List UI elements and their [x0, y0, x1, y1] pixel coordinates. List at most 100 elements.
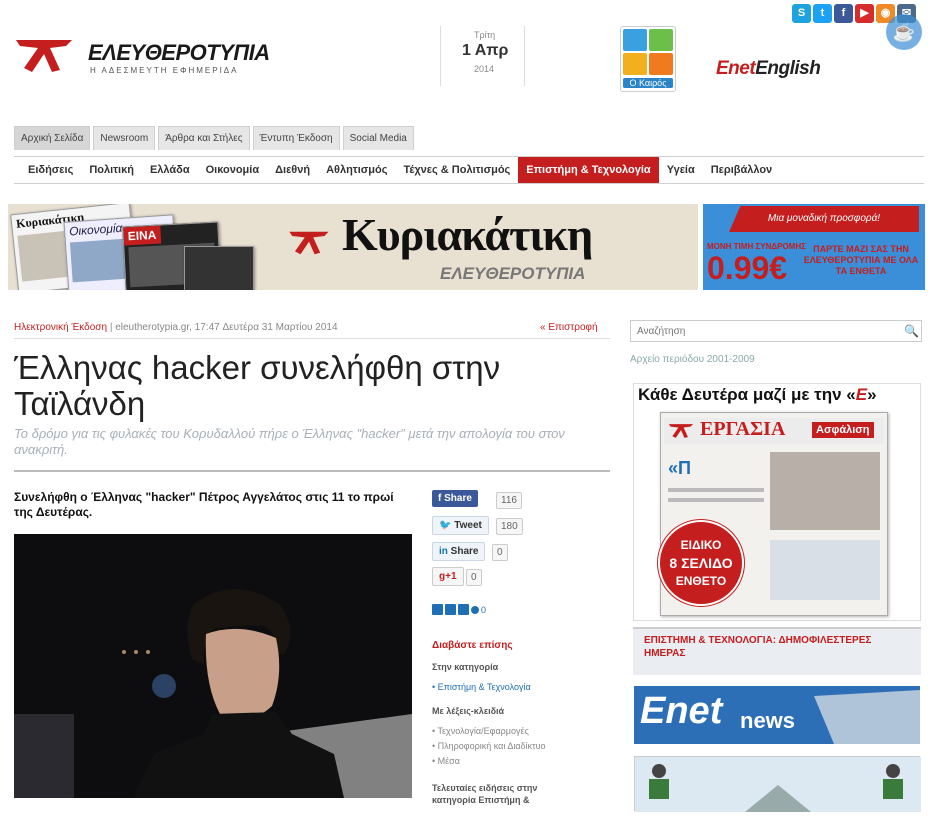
- enet-news-text: news: [740, 708, 796, 733]
- site-logo-text[interactable]: ΕΛΕΥΘΕΡΟΤΥΠΙΑ: [88, 40, 270, 66]
- logo-icon: [289, 231, 329, 255]
- site-tagline: Η ΑΔΕΣΜΕΥΤΗ ΕΦΗΜΕΡΙΔΑ: [90, 66, 239, 75]
- facebook-share-label: Share: [444, 493, 472, 504]
- promo-price: 0.99€: [707, 250, 788, 286]
- date-weekday: Τρίτη: [474, 30, 496, 40]
- tweet-count: 180: [496, 518, 523, 535]
- category-arts[interactable]: Τέχνες & Πολιτισμός: [395, 157, 518, 183]
- tweet-button[interactable]: 🐦 Tweet: [432, 516, 489, 535]
- promo-ribbon: Μια μοναδική προσφορά!: [729, 206, 919, 232]
- gplus-button[interactable]: g+1: [432, 567, 464, 586]
- gplus-count: 0: [466, 569, 482, 586]
- archive-link[interactable]: Αρχείο περιόδου 2001-2009: [630, 354, 755, 365]
- enet-english-suffix: English: [755, 58, 821, 79]
- article-summary: Συνελήφθη ο Έλληνας "hacker" Πέτρος Αγγε…: [14, 490, 394, 519]
- related-keyword-link[interactable]: • Τεχνολογία/Εφαρμογές: [432, 726, 529, 736]
- comment-icon[interactable]: [471, 605, 479, 614]
- date-day-month: 1 Απρ: [462, 42, 509, 59]
- divider: [524, 26, 525, 86]
- tab-articles[interactable]: Άρθρα και Στήλες: [158, 126, 250, 150]
- category-environment[interactable]: Περιβάλλον: [703, 157, 780, 183]
- share-icon[interactable]: [458, 604, 469, 615]
- logo-icon[interactable]: [14, 36, 74, 76]
- cup-icon[interactable]: ☕: [886, 14, 922, 50]
- tab-home[interactable]: Αρχική Σελίδα: [14, 126, 91, 150]
- article-meta: | eleutherotypia.gr, 17:47 Δευτέρα 31 Μα…: [109, 322, 338, 333]
- tab-print-edition[interactable]: Έντυπη Έκδοση: [252, 126, 340, 150]
- divider: [14, 470, 610, 472]
- article-lede: Το δρόμο για τις φυλακές του Κορυδαλλού …: [14, 426, 565, 457]
- search-icon[interactable]: 🔍: [904, 324, 919, 338]
- category-politics[interactable]: Πολιτική: [81, 157, 142, 183]
- seal-line: ΕΙΔΙΚΟ: [680, 538, 722, 552]
- ad-text-line: [668, 498, 764, 502]
- kyriakatiki-banner[interactable]: Κυριακάτικη Οικονομία ΕΙΝΑ Κυριακάτικη Ε…: [8, 204, 698, 290]
- popular-heading[interactable]: ΕΠΙΣΤΗΜΗ & ΤΕΧΝΟΛΟΓΙΑ: ΔΗΜΟΦΙΛΕΣΤΕΡΕΣ ΗΜ…: [644, 634, 914, 660]
- divider: [440, 26, 441, 86]
- logo-icon: [668, 424, 694, 438]
- subscription-promo[interactable]: Μια μοναδική προσφορά! ΜΟΝΗ ΤΙΜΗ ΣΥΝΔΡΟΜ…: [703, 204, 925, 290]
- related-keyword-link[interactable]: • Πληροφορική και Διαδίκτυο: [432, 741, 546, 751]
- linkedin-label: Share: [450, 546, 479, 557]
- twitter-icon: 🐦: [439, 520, 455, 531]
- tab-social-media[interactable]: Social Media: [342, 126, 414, 150]
- enet-logo-text: Enet: [640, 690, 723, 732]
- banner-subtitle: ΕΛΕΥΘΕΡΟΤΥΠΙΑ: [440, 264, 586, 283]
- linkedin-icon: in: [439, 546, 451, 557]
- article-photo[interactable]: [14, 534, 412, 798]
- ad-photo: [770, 540, 880, 600]
- bottom-ad[interactable]: [634, 756, 921, 812]
- breadcrumb: Ηλεκτρονική Έκδοση | eleutherotypia.gr, …: [14, 322, 338, 333]
- linkedin-count: 0: [492, 544, 508, 561]
- back-link[interactable]: « Επιστροφή: [540, 322, 598, 333]
- promo-text: ΠΑΡΤΕ ΜΑΖΙ ΣΑΣ ΤΗΝ ΕΛΕΥΘΕΡΟΤΥΠΙΑ ΜΕ ΟΛΑ …: [803, 244, 919, 276]
- comment-count: 0: [481, 604, 487, 615]
- search-input[interactable]: [630, 320, 922, 342]
- skype-icon[interactable]: S: [792, 4, 811, 23]
- category-health[interactable]: Υγεία: [659, 157, 703, 183]
- seal-line: 8 ΣΕΛΙΔΟ: [669, 555, 733, 571]
- tweet-label: Tweet: [454, 520, 482, 531]
- main-tabs: Αρχική Σελίδα Newsroom Άρθρα και Στήλες …: [14, 126, 414, 150]
- ad-title-end: »: [867, 385, 877, 404]
- paper-title: ΕΙΝΑ: [123, 225, 161, 246]
- enet-english-prefix: Enet: [716, 58, 756, 79]
- photo-scene: [14, 534, 412, 798]
- seal-line: ΕΝΘΕΤΟ: [675, 574, 727, 588]
- special-insert-seal: ΕΙΔΙΚΟ 8 ΣΕΛΙΔΟ ΕΝΘΕΤΟ: [658, 520, 744, 606]
- enet-english-link[interactable]: EnetEnglish: [716, 58, 821, 80]
- latest-news-heading: Τελευταίες ειδήσεις στην κατηγορία Επιστ…: [432, 783, 538, 805]
- youtube-icon[interactable]: ▶: [855, 4, 874, 23]
- linkedin-share-button[interactable]: in Share: [432, 542, 486, 561]
- facebook-share-button[interactable]: f Share: [432, 490, 478, 507]
- facebook-icon[interactable]: f: [834, 4, 853, 23]
- category-world[interactable]: Διεθνή: [267, 157, 318, 183]
- ad-title: Κάθε Δευτέρα μαζί με την «Ε»: [638, 385, 877, 405]
- mail-icon[interactable]: [432, 604, 443, 615]
- category-sports[interactable]: Αθλητισμός: [318, 157, 395, 183]
- ergasia-title: ΕΡΓΑΣΙΑ: [700, 418, 786, 440]
- asfalisi-badge: Ασφάλιση: [812, 422, 874, 438]
- category-science-tech[interactable]: Επιστήμη & Τεχνολογία: [518, 157, 659, 183]
- banner-title: Κυριακάτικη: [342, 209, 593, 260]
- divider: [14, 338, 610, 339]
- newspaper-stack-image: Κυριακάτικη Οικονομία ΕΙΝΑ: [8, 204, 258, 290]
- related-category-link[interactable]: • Επιστήμη & Τεχνολογία: [432, 682, 531, 692]
- ad-quote-text: «Π: [668, 458, 692, 478]
- related-keyword-link[interactable]: • Μέσα: [432, 756, 460, 766]
- breadcrumb-link[interactable]: Ηλεκτρονική Έκδοση: [14, 322, 107, 333]
- category-nav: Ειδήσεις Πολιτική Ελλάδα Οικονομία Διεθν…: [14, 156, 924, 184]
- category-economy[interactable]: Οικονομία: [198, 157, 268, 183]
- print-icon[interactable]: [445, 604, 456, 615]
- related-category-heading: Στην κατηγορία: [432, 662, 499, 672]
- category-greece[interactable]: Ελλάδα: [142, 157, 198, 183]
- tab-newsroom[interactable]: Newsroom: [93, 126, 156, 150]
- category-news[interactable]: Ειδήσεις: [20, 157, 81, 183]
- weather-widget[interactable]: Ο Καιρός: [620, 26, 676, 92]
- ad-title-e: Ε: [855, 385, 868, 404]
- weather-label: Ο Καιρός: [623, 78, 673, 88]
- ad-photo: [770, 452, 880, 530]
- read-also-heading: Διαβάστε επίσης: [432, 640, 513, 651]
- article-tools: 0: [432, 604, 486, 615]
- twitter-icon[interactable]: t: [813, 4, 832, 23]
